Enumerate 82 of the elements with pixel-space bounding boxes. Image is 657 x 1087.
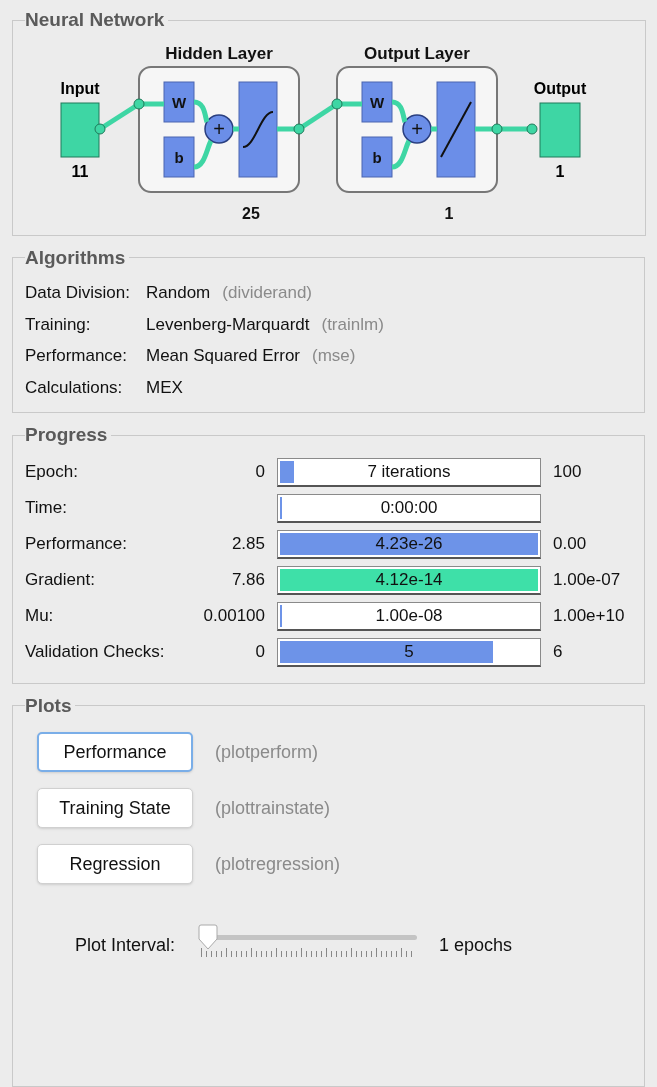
section-title: Neural Network [25, 8, 166, 32]
junction-dot [331, 98, 343, 109]
connector-line [431, 126, 437, 131]
progress-label: Mu: [25, 605, 55, 628]
sum-label: + [213, 117, 225, 140]
field-note: (dividerand) [222, 282, 313, 304]
section-title: Progress [25, 423, 109, 447]
bias-box [163, 136, 195, 177]
connector-line [193, 99, 210, 123]
bias-label: b [372, 148, 382, 166]
layer-title: Hidden Layer [165, 43, 273, 63]
plot-button[interactable]: Performance [37, 732, 193, 772]
junction-dot [94, 123, 106, 134]
output-block [539, 102, 581, 157]
progress-label: Time: [25, 497, 68, 520]
layer-title: Output Layer [364, 43, 470, 63]
sum-node [402, 113, 432, 144]
plot-button[interactable]: Regression [37, 844, 193, 884]
progress-value: 1.00e-08 [375, 604, 443, 627]
junction-dot [293, 123, 305, 134]
output-label: Output [533, 79, 587, 97]
progress-value: 7 iterations [367, 460, 451, 483]
input-label: Input [60, 79, 100, 97]
field-note: (trainlm) [321, 313, 384, 336]
output-size: 1 [555, 162, 565, 180]
connector-line [391, 139, 412, 169]
weight-box [361, 81, 393, 122]
progress-value: 4.12e-14 [375, 568, 443, 591]
start-value: 0 [255, 642, 265, 662]
layer-size: 25 [242, 204, 260, 222]
start-value: 2.85 [231, 534, 265, 554]
sum-node [204, 113, 234, 144]
input-block [60, 102, 100, 157]
start-value: 0 [255, 462, 265, 482]
start-value: 0.00100 [203, 606, 265, 626]
end-value: 100 [553, 462, 582, 482]
section-title: Plots [25, 693, 73, 718]
progress-label: Validation Checks: [25, 641, 166, 664]
field-value: Random [146, 282, 211, 304]
connector-line [193, 139, 214, 169]
junction-dot [491, 123, 503, 134]
weight-box [163, 81, 195, 122]
bias-box [361, 136, 393, 177]
connector-line [233, 126, 239, 131]
layer-size: 1 [444, 204, 454, 222]
sigmoid-icon [242, 110, 274, 148]
field-value: MEX [146, 376, 183, 399]
progress-label: Gradient: [25, 569, 96, 592]
end-value: 6 [553, 642, 563, 662]
section-title: Algorithms [25, 245, 127, 270]
plot-button[interactable]: Training State [37, 788, 193, 828]
slider-thumb[interactable] [197, 924, 220, 950]
sum-label: + [411, 117, 423, 140]
junction-dot [133, 98, 145, 109]
linear-icon [440, 100, 472, 158]
field-label: Calculations: [25, 376, 124, 399]
connector-line [391, 99, 408, 123]
field-value: Levenberg-Marquardt [146, 313, 310, 336]
progress-label: Epoch: [25, 461, 79, 484]
end-value: 1.00e-07 [553, 570, 621, 590]
plot-function: (plotperform) [215, 740, 319, 764]
field-label: Performance: [25, 345, 129, 367]
field-label: Data Division: [25, 282, 131, 304]
field-note: (mse) [312, 345, 356, 367]
end-value: 1.00e+10 [553, 606, 625, 626]
progress-label: Performance: [25, 533, 129, 556]
progress-value: 5 [404, 640, 414, 663]
interval-reading: 1 epochs [439, 934, 513, 957]
weight-label: W [171, 93, 187, 111]
junction-dot [526, 123, 538, 134]
field-value: Mean Squared Error [146, 345, 301, 367]
interval-label: Plot Interval: [75, 934, 176, 957]
start-value: 7.86 [231, 570, 265, 590]
bias-label: b [174, 148, 184, 166]
field-label: Training: [25, 313, 92, 336]
plot-function: (plottrainstate) [215, 796, 331, 820]
progress-value: 4.23e-26 [375, 532, 443, 555]
weight-label: W [369, 93, 385, 111]
end-value: 0.00 [553, 534, 587, 554]
plot-function: (plotregression) [215, 852, 341, 876]
progress-value: 0:00:00 [380, 496, 438, 519]
input-size: 11 [71, 162, 89, 180]
